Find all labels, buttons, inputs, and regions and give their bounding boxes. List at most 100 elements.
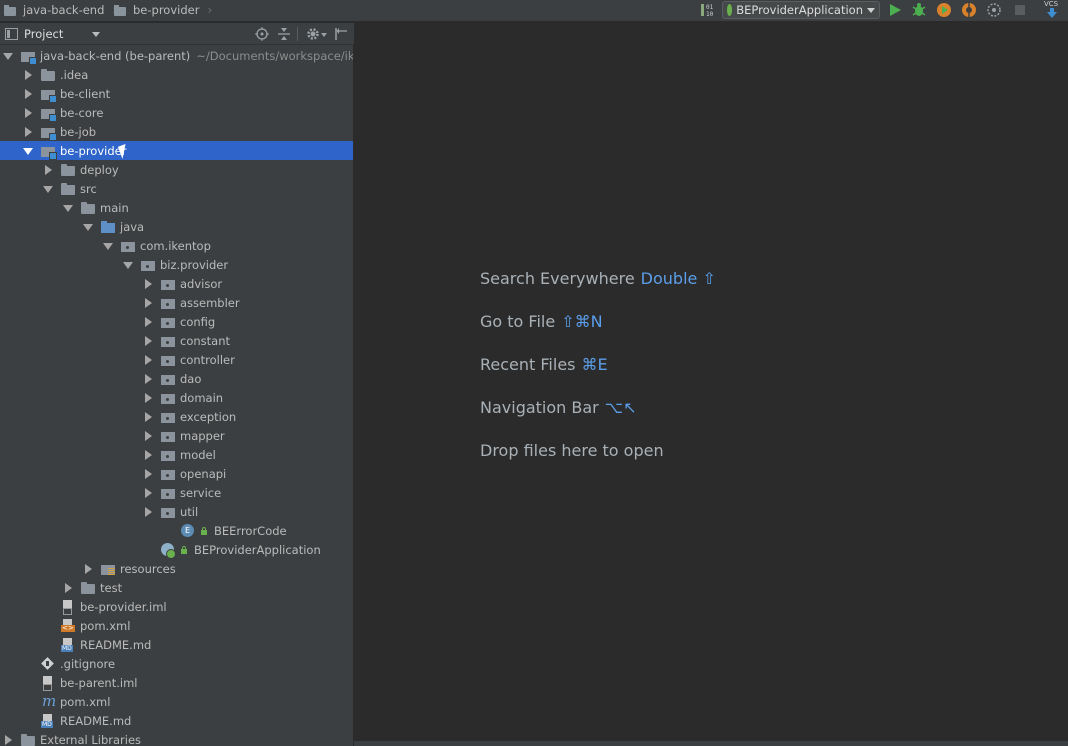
expand-arrow-icon[interactable] <box>143 373 153 384</box>
file-icon <box>40 676 56 691</box>
tree-item[interactable]: java-back-end (be-parent) ~/Documents/wor… <box>0 46 353 65</box>
expand-arrow-icon[interactable] <box>63 582 73 593</box>
tree-item-label: constant <box>180 333 230 348</box>
pkg-icon <box>160 391 176 404</box>
tree-item[interactable]: be-parent.iml <box>0 673 353 692</box>
collapse-all-icon[interactable] <box>277 27 291 41</box>
expand-arrow-icon[interactable] <box>23 88 33 99</box>
tree-item[interactable]: pom.xml <box>0 616 353 635</box>
tree-item[interactable]: be-job <box>0 122 353 141</box>
expand-arrow-icon[interactable] <box>23 107 33 118</box>
tree-item[interactable]: config <box>0 312 353 331</box>
expand-arrow-icon[interactable] <box>143 506 153 517</box>
gear-icon[interactable] <box>306 27 320 41</box>
tree-item[interactable]: mapper <box>0 426 353 445</box>
tree-item[interactable]: service <box>0 483 353 502</box>
project-view-title[interactable]: Project <box>24 27 63 41</box>
collapse-arrow-icon[interactable] <box>103 241 113 251</box>
tree-item[interactable]: be-client <box>0 84 353 103</box>
expand-arrow-icon[interactable] <box>43 164 53 175</box>
pkg-icon <box>160 334 176 347</box>
git-icon <box>40 657 56 670</box>
tree-item[interactable]: be-provider <box>0 141 353 160</box>
tree-item[interactable]: model <box>0 445 353 464</box>
expand-arrow-icon[interactable] <box>143 411 153 422</box>
tree-item[interactable]: assembler <box>0 293 353 312</box>
tree-item[interactable]: test <box>0 578 353 597</box>
run-configuration-select[interactable]: BEProviderApplication <box>722 1 880 19</box>
tree-item-label: pom.xml <box>60 694 111 709</box>
tree-item[interactable]: pom.xml <box>0 692 353 711</box>
tree-item[interactable]: constant <box>0 331 353 350</box>
tree-item[interactable]: dao <box>0 369 353 388</box>
attach-icon[interactable] <box>986 2 1002 18</box>
run-icon[interactable] <box>887 2 903 18</box>
tree-item[interactable]: be-core <box>0 103 353 122</box>
tree-item[interactable]: domain <box>0 388 353 407</box>
tree-item[interactable]: util <box>0 502 353 521</box>
collapse-arrow-icon[interactable] <box>63 203 73 213</box>
collapse-arrow-icon[interactable] <box>123 260 133 270</box>
tree-item[interactable]: be-provider.iml <box>0 597 353 616</box>
debug-icon[interactable] <box>911 2 927 18</box>
hide-panel-icon[interactable] <box>334 27 348 41</box>
pkg-icon <box>160 410 176 423</box>
expand-arrow-icon[interactable] <box>83 563 93 574</box>
pkg-icon <box>160 467 176 480</box>
expand-arrow-icon[interactable] <box>143 487 153 498</box>
expand-arrow-icon[interactable] <box>23 69 33 80</box>
breadcrumb-project[interactable]: java-back-end › <box>4 0 117 20</box>
build-project-icon[interactable]: 01 10 <box>700 2 716 18</box>
tree-item-label: test <box>100 580 123 595</box>
collapse-arrow-icon[interactable] <box>3 51 13 61</box>
collapse-arrow-icon[interactable] <box>43 184 53 194</box>
coverage-icon[interactable] <box>936 2 952 18</box>
chevron-down-icon[interactable] <box>92 32 100 37</box>
expand-arrow-icon[interactable] <box>143 316 153 327</box>
tree-item[interactable]: controller <box>0 350 353 369</box>
expand-arrow-icon[interactable] <box>23 126 33 137</box>
tree-item[interactable]: src <box>0 179 353 198</box>
expand-arrow-icon[interactable] <box>143 278 153 289</box>
run-configuration-label: BEProviderApplication <box>736 3 863 17</box>
expand-arrow-icon[interactable] <box>3 734 13 745</box>
tree-item[interactable]: BEProviderApplication <box>0 540 353 559</box>
expand-arrow-icon[interactable] <box>143 392 153 403</box>
expand-arrow-icon[interactable] <box>143 335 153 346</box>
tree-item[interactable]: com.ikentop <box>0 236 353 255</box>
tree-item[interactable]: biz.provider <box>0 255 353 274</box>
tree-item[interactable]: java <box>0 217 353 236</box>
project-tree[interactable]: java-back-end (be-parent) ~/Documents/wor… <box>0 45 354 746</box>
profile-icon[interactable] <box>961 2 977 18</box>
tree-item-label: assembler <box>180 295 240 310</box>
stop-icon[interactable] <box>1012 2 1028 18</box>
project-view-icon <box>5 28 18 40</box>
scroll-from-source-icon[interactable] <box>255 27 269 41</box>
tree-item[interactable]: BEErrorCode <box>0 521 353 540</box>
chevron-down-icon[interactable] <box>321 33 327 37</box>
vcs-update-button[interactable]: VCS <box>1043 0 1063 20</box>
tree-item[interactable]: main <box>0 198 353 217</box>
folder-icon <box>20 733 36 746</box>
collapse-arrow-icon[interactable] <box>83 222 93 232</box>
tree-item[interactable]: README.md <box>0 635 353 654</box>
tree-item[interactable]: README.md <box>0 711 353 730</box>
tree-item[interactable]: advisor <box>0 274 353 293</box>
expand-arrow-icon[interactable] <box>143 468 153 479</box>
breadcrumb-module[interactable]: be-provider › <box>114 0 212 20</box>
tree-item[interactable]: openapi <box>0 464 353 483</box>
editor-empty-area[interactable]: Search Everywhere Double ⇧ Go to File ⇧⌘N … <box>354 23 1068 741</box>
tree-item[interactable]: resources <box>0 559 353 578</box>
expand-arrow-icon[interactable] <box>143 449 153 460</box>
tree-item[interactable]: External Libraries <box>0 730 353 746</box>
tree-item[interactable]: .idea <box>0 65 353 84</box>
expand-arrow-icon[interactable] <box>143 430 153 441</box>
tree-item[interactable]: deploy <box>0 160 353 179</box>
tree-item-label: deploy <box>80 162 119 177</box>
expand-arrow-icon[interactable] <box>143 354 153 365</box>
tree-item[interactable]: exception <box>0 407 353 426</box>
collapse-arrow-icon[interactable] <box>23 146 33 156</box>
tree-item-label: resources <box>120 561 176 576</box>
expand-arrow-icon[interactable] <box>143 297 153 308</box>
tree-item[interactable]: .gitignore <box>0 654 353 673</box>
